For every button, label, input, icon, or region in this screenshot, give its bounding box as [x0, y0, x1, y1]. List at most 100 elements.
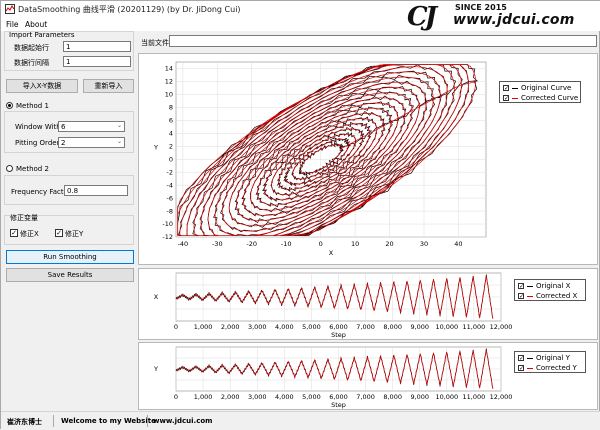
x-tick-label: 20	[385, 240, 393, 248]
checkbox-icon: ✓	[503, 85, 510, 92]
x-tick-label: 8,000	[383, 323, 402, 331]
legend-swatch	[512, 98, 518, 99]
x-tick-label: 0	[174, 393, 178, 401]
menu-file[interactable]: File	[6, 20, 19, 29]
x-tick-label: 0	[174, 323, 178, 331]
xy-chart[interactable]: -40 -30 -20 -10 0 10 20 30 40 -12 -10 -8 -6 -4 -2 0 2 4 6 8…	[138, 53, 598, 265]
legend-swatch	[527, 296, 533, 297]
x-tick-label: 6,000	[329, 323, 348, 331]
x-tick-label: 9,000	[410, 393, 429, 401]
correct-x-checkbox[interactable]: ✓	[10, 229, 18, 237]
x-tick-label: 10,000	[435, 323, 458, 331]
pitting-order-label: Pitting Order	[15, 139, 60, 147]
frequency-factor-input[interactable]: 0.8	[64, 185, 128, 196]
status-divider	[147, 415, 148, 427]
brand-logo: CJ SINCE 2015 www.jdcui.com	[405, 1, 600, 32]
correct-y-checkbox[interactable]: ✓	[55, 229, 63, 237]
status-welcome: Welcome to my Website	[61, 417, 156, 425]
row-interval-input[interactable]: 1	[63, 56, 131, 67]
pitting-order-select[interactable]: 2 ⌄	[58, 137, 125, 148]
chevron-down-icon: ⌄	[116, 138, 122, 145]
app-window: DataSmoothing 曲线平滑 (20201129) (by Dr. Ji…	[0, 0, 600, 430]
x-tick-label: 7,000	[356, 323, 375, 331]
status-author: 崔济东博士	[7, 418, 42, 426]
y-axis-label: Y	[153, 365, 158, 373]
x-tick-label: 7,000	[356, 393, 375, 401]
y-tick-label: -6	[167, 194, 173, 202]
import-xy-button[interactable]: 导入X-Y数据	[6, 79, 78, 93]
y-tick-label: -10	[162, 220, 173, 228]
x-axis-label: Step	[331, 331, 346, 339]
x-tick-label: 5,000	[302, 393, 321, 401]
y-step-chart[interactable]: 0 1,000 2,000 3,000 4,000 5,000 6,000 7,000 8,00…	[138, 342, 598, 410]
x-tick-label: 5,000	[302, 323, 321, 331]
x-tick-label: 2,000	[221, 323, 240, 331]
y-axis-label: X	[154, 293, 159, 301]
y-tick-label: -4	[167, 181, 173, 189]
legend-swatch	[527, 368, 533, 369]
x-axis-label: Step	[331, 401, 346, 409]
x-axis-label: X	[329, 249, 334, 257]
current-file-label: 当前文件	[141, 39, 169, 47]
y-tick-label: 12	[165, 78, 173, 86]
save-results-button[interactable]: Save Results	[6, 268, 134, 282]
x-tick-label: 11,000	[463, 323, 486, 331]
x-tick-label: -10	[281, 240, 292, 248]
logo-since: SINCE 2015	[455, 3, 507, 12]
status-bar: 崔济东博士 Welcome to my Website www.jdcui.co…	[1, 411, 600, 430]
legend-label: Original Curve	[521, 84, 572, 92]
start-row-label: 数据起始行	[14, 44, 49, 52]
y-tick-label: -8	[167, 207, 173, 215]
y-tick-label: -12	[162, 233, 173, 241]
control-panel: Import Parameters 数据起始行 1 数据行间隔 1 导入X-Y数…	[4, 31, 136, 411]
reimport-button[interactable]: 重新导入	[83, 79, 134, 93]
menu-about[interactable]: About	[25, 20, 47, 29]
app-icon	[5, 4, 15, 14]
legend-swatch	[527, 286, 533, 287]
start-row-input[interactable]: 1	[63, 41, 131, 52]
y-tick-label: 6	[169, 117, 173, 125]
x-tick-label: -30	[212, 240, 223, 248]
logo-url: www.jdcui.com	[453, 12, 575, 28]
x-tick-label: 12,000	[490, 393, 513, 401]
x-tick-label: 40	[454, 240, 462, 248]
y-step-legend: ✓ Original Y ✓ Corrected Y	[514, 351, 586, 373]
logo-mark: CJ	[407, 2, 437, 32]
correct-x-label: 修正X	[20, 230, 39, 238]
method1-radio[interactable]	[6, 102, 13, 109]
x-tick-label: 3,000	[248, 323, 267, 331]
x-tick-label: 6,000	[329, 393, 348, 401]
checkbox-icon: ✓	[518, 355, 525, 362]
y-tick-label: 10	[165, 91, 173, 99]
x-step-chart[interactable]: 0 1,000 2,000 3,000 4,000 5,000 6,000 7,000 8,00…	[138, 268, 598, 340]
y-tick-label: 2	[169, 142, 173, 150]
legend-swatch	[512, 88, 518, 89]
legend-label: Corrected Curve	[521, 94, 579, 102]
checkbox-icon: ✓	[503, 95, 510, 102]
xy-chart-legend: ✓ Original Curve ✓ Corrected Curve	[499, 81, 581, 103]
x-tick-label: 10	[351, 240, 359, 248]
status-divider	[53, 415, 54, 427]
checkbox-icon: ✓	[518, 365, 525, 372]
legend-swatch	[527, 358, 533, 359]
chevron-down-icon: ⌄	[116, 122, 122, 129]
window-with-select[interactable]: 6 ⌄	[58, 121, 125, 132]
x-tick-label: 1,000	[194, 323, 213, 331]
run-smoothing-button[interactable]: Run Smoothing	[6, 250, 134, 264]
x-tick-label: 9,000	[410, 323, 429, 331]
y-tick-label: -2	[167, 168, 173, 176]
status-site[interactable]: www.jdcui.com	[153, 417, 212, 425]
import-group-title: Import Parameters	[9, 31, 75, 39]
x-tick-label: -40	[178, 240, 189, 248]
window-with-value: 6	[61, 123, 66, 131]
legend-label: Original Y	[536, 354, 570, 362]
legend-label: Corrected Y	[536, 364, 577, 372]
method2-radio[interactable]	[6, 165, 13, 172]
frequency-factor-label: Frequency Factor	[11, 188, 71, 196]
checkbox-icon: ✓	[518, 293, 525, 300]
x-tick-label: 1,000	[194, 393, 213, 401]
legend-label: Corrected X	[536, 292, 578, 300]
checkbox-icon: ✓	[518, 283, 525, 290]
x-tick-label: 12,000	[490, 323, 513, 331]
current-file-input[interactable]	[169, 35, 597, 47]
